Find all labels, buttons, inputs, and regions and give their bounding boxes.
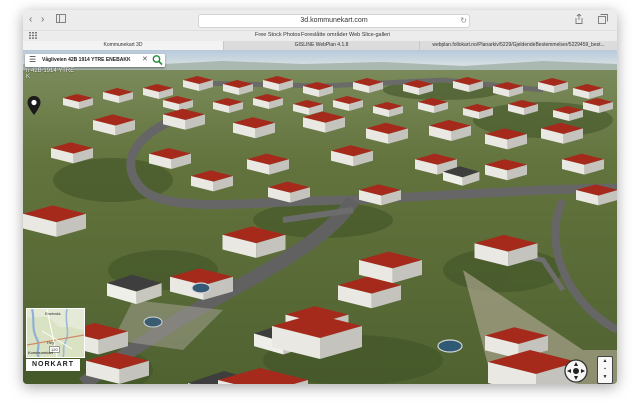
address-search-box[interactable]: ☰ Vågliveien 42B 1914 YTRE ENEBAKK ✕ — [25, 54, 165, 67]
overlay-address-label: n 42B 1914 YTRE K — [26, 68, 74, 80]
share-icon[interactable] — [575, 13, 583, 26]
tab-webplan-follokart[interactable]: webplan.follokart.no/Planarkiv/5229/Gjel… — [420, 41, 617, 50]
forward-button[interactable]: › — [41, 14, 44, 26]
overlay-address-label-line-2: K — [26, 74, 31, 80]
minimap-attribution: Kommunekart — [28, 350, 53, 355]
tabs-overview-icon[interactable] — [598, 14, 608, 26]
bookmarks-grid-icon[interactable] — [29, 32, 37, 41]
minimap-road-label: Hey — [47, 340, 55, 345]
overlay-address-label-line-1: n 42B 1914 YTRE — [26, 68, 75, 74]
browser-toolbar: ‹ › 3d.kommunekart.com ↻ — [23, 10, 617, 30]
navigation-compass-icon[interactable] — [563, 359, 589, 383]
back-button[interactable]: ‹ — [29, 14, 32, 26]
menu-icon[interactable]: ☰ — [29, 55, 36, 64]
zoom-out-icon[interactable]: ▼ — [598, 373, 612, 381]
clear-search-icon[interactable]: ✕ — [142, 55, 148, 63]
tab-gisline-webplan[interactable]: GISLINE WebPlan 4.1.8 — [224, 41, 420, 50]
search-query-text: Vågliveien 42B 1914 YTRE ENEBAKK — [42, 57, 131, 63]
bookmark-suggested-areas[interactable]: Foreslåtte områder — [301, 32, 347, 38]
overview-minimap[interactable]: Enebakk Hey 120 Kommunekart — [26, 308, 85, 358]
norkart-logo: NORKART — [26, 359, 80, 371]
zoom-handle-icon[interactable]: ▪ — [598, 365, 612, 373]
sidebar-icon[interactable] — [56, 14, 66, 27]
zoom-controls[interactable]: ▲ ▪ ▼ — [597, 356, 613, 384]
url-text: 3d.kommunekart.com — [300, 17, 368, 24]
minimap-place-label: Enebakk — [45, 311, 61, 316]
browser-window: ‹ › 3d.kommunekart.com ↻ Free Stock Phot… — [23, 10, 617, 384]
location-pin-icon[interactable] — [27, 96, 41, 116]
bookmark-web-slice-gallery[interactable]: Web Slice-galleri — [349, 32, 390, 38]
map-3d-view[interactable]: ☰ Vågliveien 42B 1914 YTRE ENEBAKK ✕ n 4… — [23, 50, 617, 384]
address-bar[interactable]: 3d.kommunekart.com ↻ — [198, 14, 470, 28]
tab-kommunekart-3d[interactable]: Kommunekart 3D — [23, 41, 224, 50]
reload-icon[interactable]: ↻ — [460, 15, 467, 27]
search-icon[interactable] — [152, 54, 163, 66]
zoom-in-icon[interactable]: ▲ — [598, 357, 612, 365]
aerial-3d-scene[interactable] — [23, 50, 617, 384]
bookmark-free-stock-photos[interactable]: Free Stock Photos — [255, 32, 300, 38]
